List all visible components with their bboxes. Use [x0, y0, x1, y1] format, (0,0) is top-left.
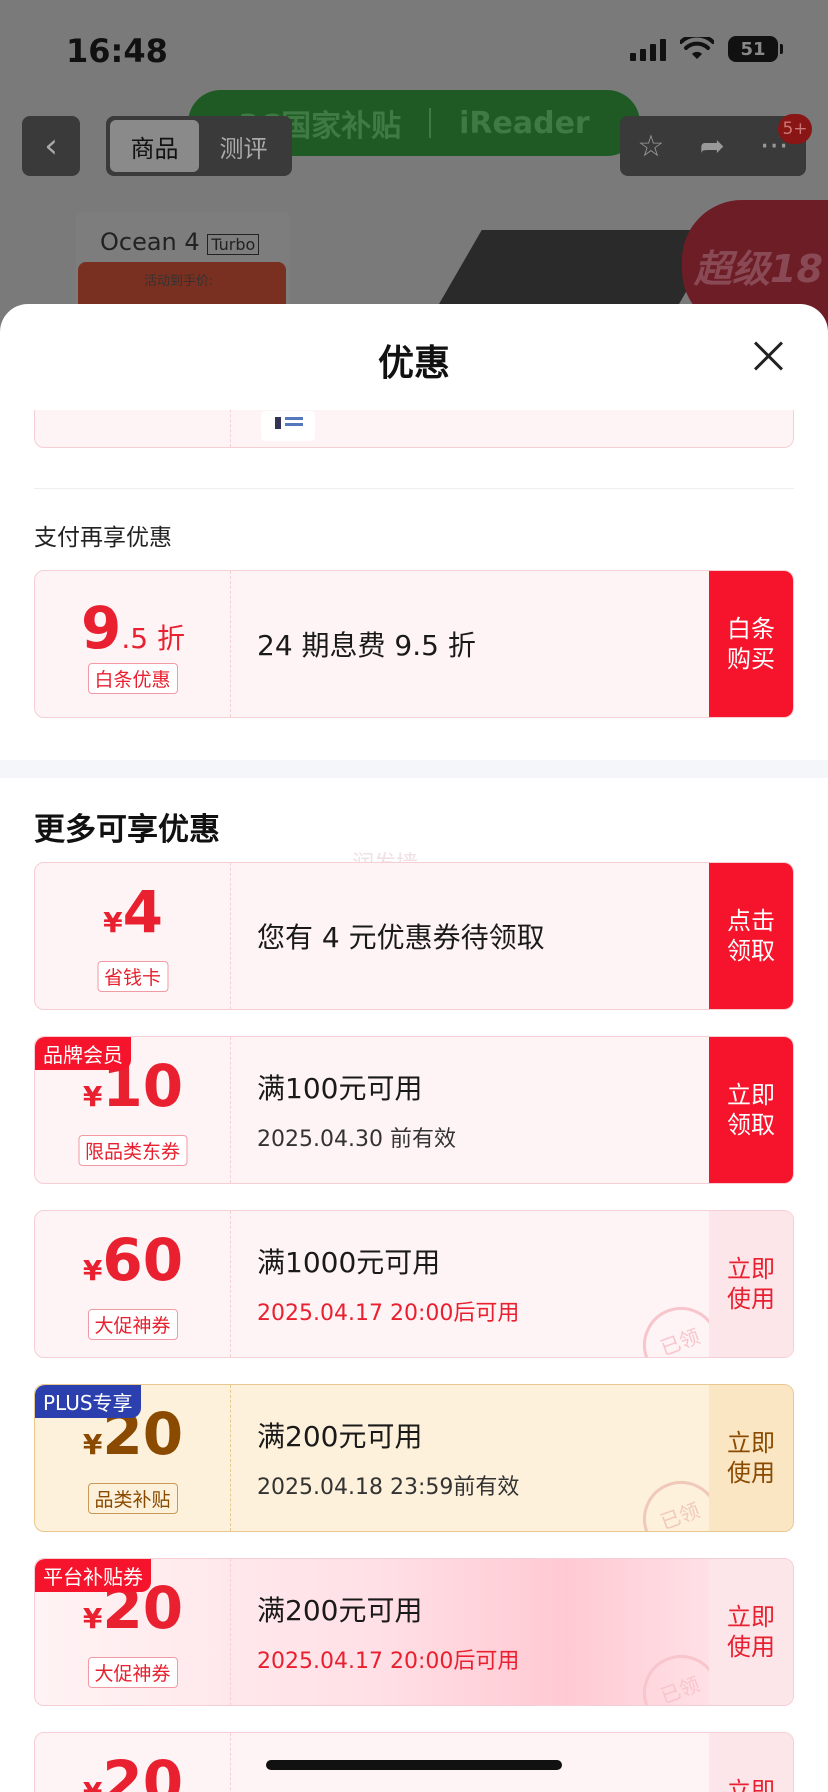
- status-time: 16:48: [66, 32, 168, 70]
- coupon-action-button[interactable]: 立即使用: [709, 1733, 793, 1792]
- notification-badge: 5+: [778, 114, 812, 144]
- product-name: Ocean 4 Turbo: [100, 228, 260, 256]
- coupon-card[interactable]: ¥10 限品类东券 满100元可用 2025.04.30 前有效 立即领取 品牌会员: [34, 1036, 794, 1184]
- coupon-validity: 2025.04.17 20:00后可用: [257, 1301, 520, 1326]
- signal-icon: [630, 37, 666, 61]
- coupon-amount: 9.5 折: [81, 594, 185, 662]
- coupon-tag: 白条优惠: [87, 663, 178, 694]
- status-icons: 51: [630, 36, 783, 62]
- background-page: 16:48 51 3C国家补贴 iReader ‹ 商品 测评 ☆ ➦ ··· …: [0, 0, 828, 330]
- coupon-action-button[interactable]: 立即使用: [709, 1385, 793, 1531]
- coupon-condition: 满200元可用: [257, 1420, 423, 1453]
- partial-card: [34, 410, 794, 448]
- pay-section-title: 支付再享优惠: [34, 525, 172, 551]
- product-sub: 活动到手价:: [144, 274, 214, 289]
- baitiao-buy-button[interactable]: 白条购买: [709, 571, 793, 717]
- share-icon[interactable]: ➦: [700, 129, 725, 164]
- coupon-card[interactable]: ¥20 品类补贴 满200元可用 2025.04.18 23:59前有效 已领 立即使用 P…: [34, 1384, 794, 1532]
- chevron-left-icon: ‹: [44, 126, 58, 166]
- coupon-action-button[interactable]: 立即使用: [709, 1211, 793, 1357]
- coupon-left: ¥20: [35, 1733, 231, 1792]
- coupon-card[interactable]: ¥60 大促神券 满1000元可用 2025.04.17 20:00后可用 已领 立即使用: [34, 1210, 794, 1358]
- coupon-card[interactable]: ¥4 省钱卡 您有 4 元优惠券待领取 点击领取: [34, 862, 794, 1010]
- coupon-action-button[interactable]: 立即使用: [709, 1559, 793, 1705]
- coupon-info: 满100元可用 2025.04.30 前有效: [257, 1037, 456, 1183]
- coupon-amount: ¥4: [103, 878, 163, 946]
- coupon-action-button[interactable]: 立即领取: [709, 1037, 793, 1183]
- coupon-info: 24 期息费 9.5 折: [257, 571, 476, 717]
- coupon-condition: 满100元可用: [257, 1072, 423, 1105]
- coupon-corner-label: PLUS专享: [35, 1385, 141, 1418]
- coupon-info: 您有 4 元优惠券待领取: [257, 863, 545, 1009]
- wifi-icon: [680, 37, 714, 59]
- coupon-amount: ¥20: [83, 1748, 184, 1792]
- section-gap: [0, 760, 828, 778]
- coupon-tag: 省钱卡: [96, 961, 169, 992]
- coupon-corner-label: 平台补贴券: [35, 1559, 151, 1592]
- card-thumbnail: [261, 411, 315, 441]
- product-tag: Turbo: [207, 234, 260, 255]
- page-tabs: 商品 测评: [106, 116, 292, 176]
- coupon-info: 满200元可用 2025.04.17 20:00后可用: [257, 1559, 519, 1705]
- star-icon[interactable]: ☆: [638, 129, 665, 164]
- battery-icon: 51: [728, 36, 783, 62]
- coupon-tag: 限品类东券: [77, 1135, 188, 1166]
- baitiao-card[interactable]: 9.5 折 白条优惠 24 期息费 9.5 折 白条购买: [34, 570, 794, 718]
- coupon-condition: 满1000元可用: [257, 1246, 441, 1279]
- coupon-corner-label: 品牌会员: [35, 1037, 131, 1070]
- banner-divider: [429, 108, 432, 138]
- coupon-validity: 2025.04.17 20:00后可用: [257, 1649, 520, 1674]
- coupon-tag: 品类补贴: [87, 1483, 178, 1514]
- coupon-condition: 满500元可用: [257, 1786, 422, 1792]
- status-bar: 16:48 51: [0, 0, 828, 100]
- close-icon[interactable]: [752, 340, 784, 372]
- coupon-action-button[interactable]: 点击领取: [709, 863, 793, 1009]
- divider: [34, 488, 794, 489]
- coupon-tag: 大促神券: [87, 1309, 178, 1340]
- coupon-amount: ¥60: [82, 1226, 184, 1294]
- coupon-validity: 2025.04.30 前有效: [257, 1127, 456, 1152]
- home-indicator: [266, 1760, 562, 1770]
- tab-reviews[interactable]: 测评: [199, 120, 288, 172]
- coupon-left: ¥4 省钱卡: [35, 863, 231, 1009]
- coupon-desc: 24 期息费 9.5 折: [257, 629, 476, 662]
- coupon-condition: 您有 4 元优惠券待领取: [257, 921, 545, 954]
- coupon-left: [35, 410, 231, 447]
- sheet-title: 优惠: [377, 343, 450, 384]
- coupon-left: 9.5 折 白条优惠: [35, 571, 231, 717]
- more-section-title: 更多可享优惠: [34, 812, 220, 848]
- coupon-validity: 2025.04.18 23:59前有效: [257, 1475, 520, 1500]
- tab-products[interactable]: 商品: [110, 120, 199, 172]
- coupon-info: 满200元可用 2025.04.18 23:59前有效: [257, 1385, 519, 1531]
- offers-sheet: 优惠 支付再享优惠 9.5 折 白条优惠 24 期息费 9.5 折 白条购买 更…: [0, 304, 828, 1792]
- banner-right-text: iReader: [459, 105, 590, 141]
- back-button[interactable]: ‹: [22, 116, 80, 176]
- coupon-tag: 大促神券: [87, 1657, 178, 1688]
- coupon-left: ¥60 大促神券: [35, 1211, 231, 1357]
- coupon-info: 满1000元可用 2025.04.17 20:00后可用: [257, 1211, 519, 1357]
- coupon-condition: 满200元可用: [257, 1594, 423, 1627]
- coupon-card[interactable]: ¥20 大促神券 满200元可用 2025.04.17 20:00后可用 已领 立即使用平…: [34, 1558, 794, 1706]
- offers-scroll[interactable]: 支付再享优惠 9.5 折 白条优惠 24 期息费 9.5 折 白条购买 更多可享…: [0, 410, 828, 1792]
